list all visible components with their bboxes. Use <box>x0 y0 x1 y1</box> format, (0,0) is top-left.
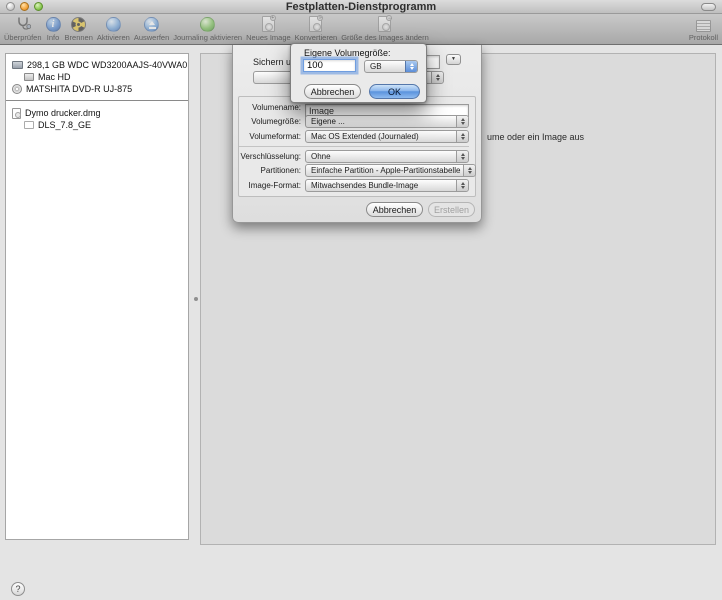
verify-icon <box>15 16 31 32</box>
toolbar-label: Aktivieren <box>97 33 130 42</box>
sidebar-item-optical-drive[interactable]: MATSHITA DVD-R UJ-875 <box>6 83 188 95</box>
popup-stepper-icon <box>456 116 468 127</box>
toolbar-item-log[interactable]: Protokoll <box>689 20 718 42</box>
volume-format-label: Volumeformat: <box>239 132 301 141</box>
toolbar-label: Protokoll <box>689 33 718 42</box>
title-bar: Festplatten-Dienstprogramm <box>0 0 722 14</box>
size-unit-popup[interactable]: GB <box>364 60 418 73</box>
burn-icon <box>71 17 86 32</box>
convert-image-icon: » <box>309 16 322 32</box>
toolbar-item-convert[interactable]: » Konvertieren <box>295 16 338 42</box>
popup-stepper-icon <box>405 61 417 72</box>
encryption-popup[interactable]: Ohne <box>305 150 469 163</box>
sheet-cancel-button[interactable]: Abbrechen <box>366 202 423 217</box>
image-format-label: Image-Format: <box>239 181 301 190</box>
toolbar-toggle-capsule-button[interactable] <box>701 3 716 11</box>
info-icon: i <box>46 17 61 32</box>
toolbar-item-enable-journaling[interactable]: Journaling aktivieren <box>173 17 242 42</box>
sidebar-item-unmounted-volume[interactable]: DLS_7.8_GE <box>6 119 188 131</box>
popup-stepper-icon <box>431 72 443 83</box>
window-title: Festplatten-Dienstprogramm <box>0 1 722 13</box>
volume-name-label: Volumename: <box>239 103 301 112</box>
sheet-create-button: Erstellen <box>428 202 475 217</box>
toolbar-item-resize-image[interactable]: ↔ Größe des Images ändern <box>341 16 429 42</box>
background-instruction-text: ume oder ein Image aus <box>487 132 584 142</box>
volume-size-label: Volumegröße: <box>239 117 301 126</box>
toolbar-item-verify[interactable]: Überprüfen <box>4 16 42 42</box>
log-icon <box>696 20 711 32</box>
save-path-disclosure-button[interactable]: ▼ <box>446 54 461 65</box>
toolbar-label: Konvertieren <box>295 33 338 42</box>
volume-size-popup[interactable]: Eigene ... <box>305 115 469 128</box>
help-button[interactable]: ? <box>11 582 25 596</box>
form-divider <box>239 146 469 147</box>
zoom-window-button[interactable] <box>34 2 43 11</box>
sidebar-item-label: 298,1 GB WDC WD3200AAJS-40VWA0 Media <box>27 60 188 70</box>
image-format-popup[interactable]: Mitwachsendes Bundle-Image <box>305 179 469 192</box>
popup-stepper-icon <box>456 131 468 142</box>
custom-size-input[interactable] <box>303 59 356 72</box>
toolbar-label: Überprüfen <box>4 33 42 42</box>
partitions-label: Partitionen: <box>239 166 301 175</box>
size-ok-button[interactable]: OK <box>369 84 420 99</box>
splitter-handle[interactable] <box>194 297 198 301</box>
toolbar-label: Journaling aktivieren <box>173 33 242 42</box>
custom-size-title: Eigene Volumegröße: <box>304 48 391 58</box>
custom-volume-size-dialog: Eigene Volumegröße: GB Abbrechen OK <box>290 43 427 103</box>
new-image-icon: + <box>262 16 275 32</box>
mount-icon <box>106 17 121 32</box>
volume-format-popup[interactable]: Mac OS Extended (Journaled) <box>305 130 469 143</box>
popup-stepper-icon <box>463 165 475 176</box>
partitions-popup[interactable]: Einfache Partition - Apple-Partitionstab… <box>305 164 476 177</box>
disk-image-icon <box>12 108 21 119</box>
sidebar-item-disk-image[interactable]: Dymo drucker.dmg <box>6 107 188 119</box>
sidebar-separator <box>6 100 188 101</box>
journaling-icon <box>200 17 215 32</box>
sidebar-item-internal-disk[interactable]: 298,1 GB WDC WD3200AAJS-40VWA0 Media <box>6 59 188 71</box>
device-sidebar: 298,1 GB WDC WD3200AAJS-40VWA0 Media Mac… <box>5 53 189 540</box>
resize-image-icon: ↔ <box>378 16 391 32</box>
sidebar-item-label: MATSHITA DVD-R UJ-875 <box>26 84 132 94</box>
toolbar-label: Brennen <box>65 33 93 42</box>
toolbar-item-new-image[interactable]: + Neues Image <box>246 16 291 42</box>
popup-stepper-icon <box>456 151 468 162</box>
optical-drive-icon <box>12 84 22 94</box>
popup-stepper-icon <box>456 180 468 191</box>
encryption-label: Verschlüsselung: <box>239 152 301 161</box>
sidebar-item-label: Dymo drucker.dmg <box>25 108 101 118</box>
volume-icon <box>24 73 34 81</box>
toolbar-label: Neues Image <box>246 33 291 42</box>
unmounted-volume-icon <box>24 121 34 129</box>
toolbar-item-burn[interactable]: Brennen <box>65 17 93 42</box>
sidebar-item-label: Mac HD <box>38 72 71 82</box>
toolbar-item-eject[interactable]: Auswerfen <box>134 17 169 42</box>
toolbar-item-info[interactable]: i Info <box>46 17 61 42</box>
size-cancel-button[interactable]: Abbrechen <box>304 84 361 99</box>
minimize-window-button[interactable] <box>20 2 29 11</box>
image-options-group: Volumename: Volumegröße: Eigene ... Volu… <box>238 96 476 197</box>
toolbar-label: Auswerfen <box>134 33 169 42</box>
close-window-button[interactable] <box>6 2 15 11</box>
toolbar-label: Größe des Images ändern <box>341 33 429 42</box>
internal-drive-icon <box>12 61 23 69</box>
toolbar-item-mount[interactable]: Aktivieren <box>97 17 130 42</box>
sidebar-item-mac-hd[interactable]: Mac HD <box>6 71 188 83</box>
toolbar: Überprüfen i Info Brennen Aktivieren Aus… <box>0 14 722 45</box>
toolbar-label: Info <box>47 33 60 42</box>
eject-icon <box>144 17 159 32</box>
sidebar-item-label: DLS_7.8_GE <box>38 120 91 130</box>
